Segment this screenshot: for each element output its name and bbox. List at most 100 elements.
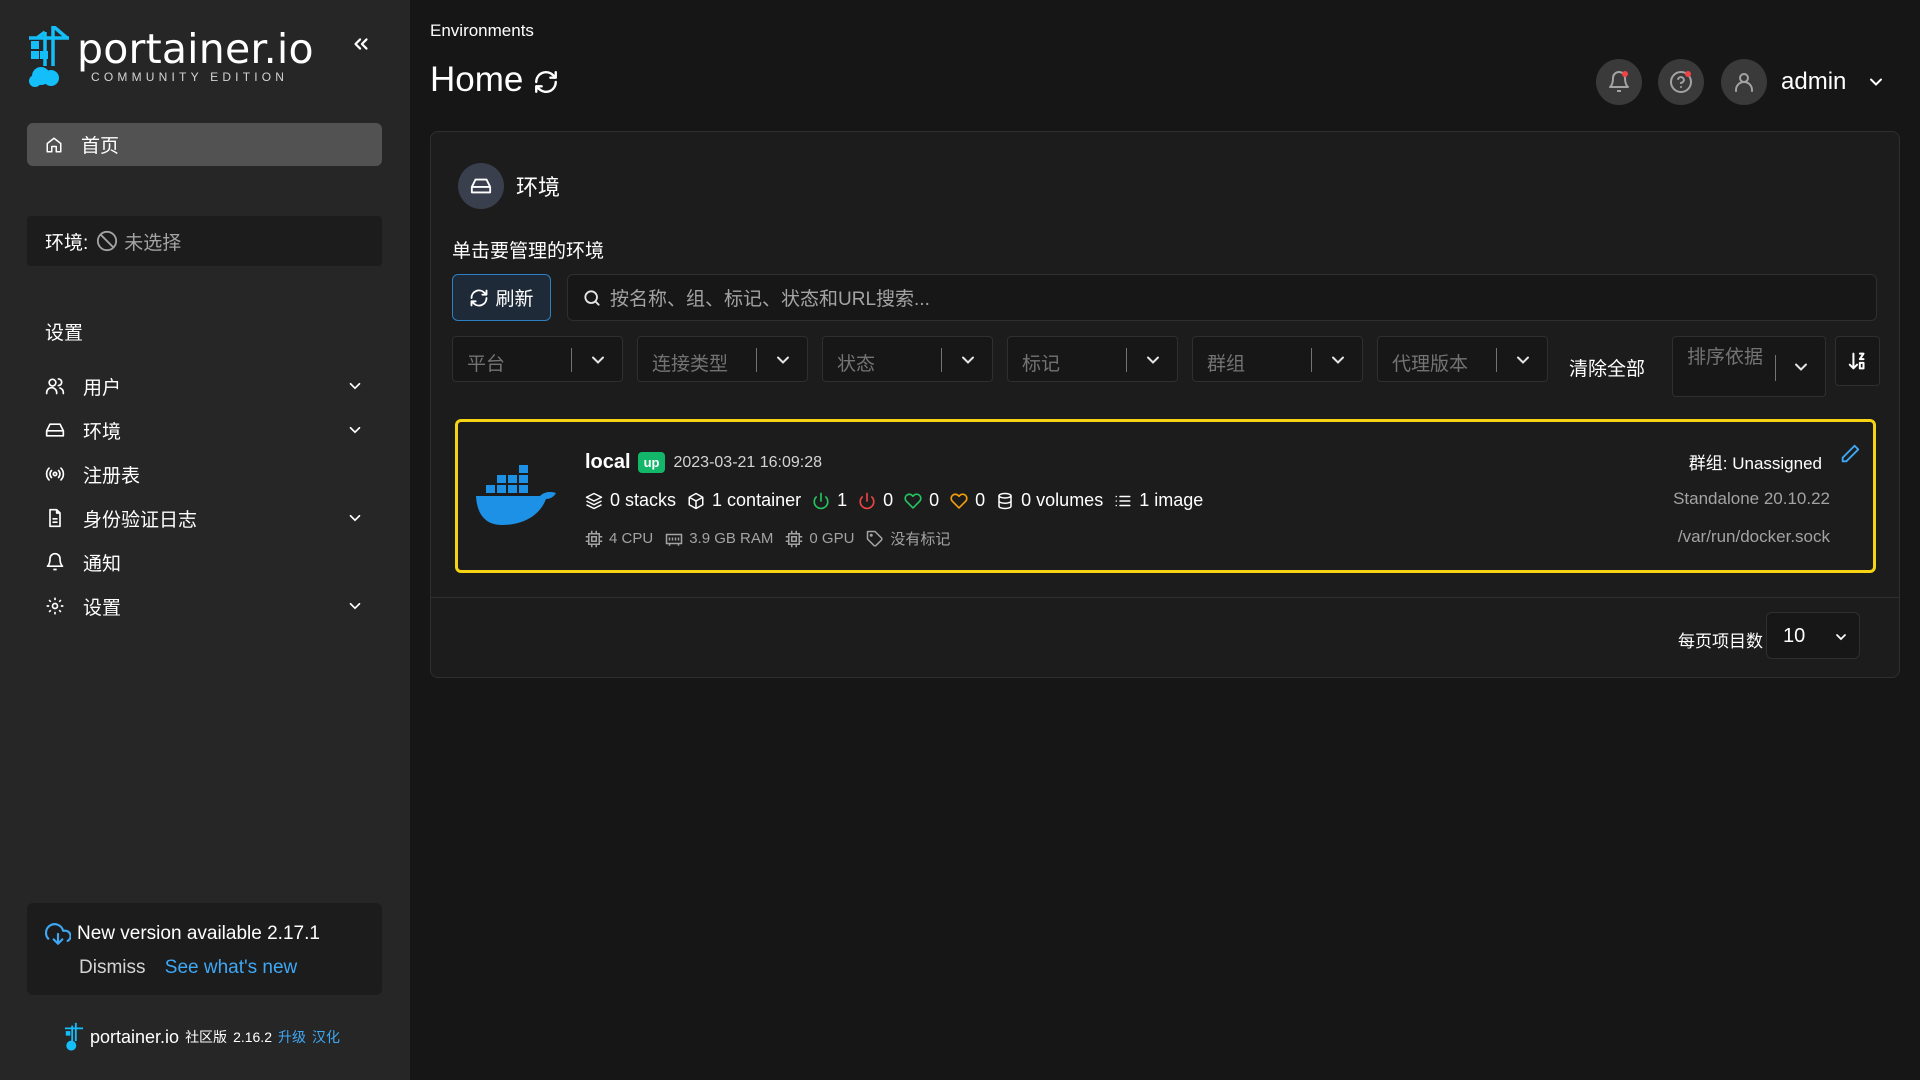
panel-icon: [458, 163, 504, 209]
items-per-page-select[interactable]: 10: [1766, 612, 1860, 659]
collapse-sidebar-button[interactable]: [343, 28, 379, 60]
sort-label: 排序依据: [1687, 347, 1764, 368]
refresh-page-icon[interactable]: [533, 69, 559, 95]
sidebar: portainer.io COMMUNITY EDITION 首页 环境: 未选…: [0, 0, 410, 1080]
logo-edition: COMMUNITY EDITION: [91, 70, 289, 84]
sidebar-item-users[interactable]: 用户: [27, 364, 382, 408]
download-cloud-icon: [45, 921, 71, 947]
dismiss-link[interactable]: Dismiss: [79, 957, 146, 978]
memory-icon: [665, 530, 689, 548]
footer-name: portainer.io: [90, 1026, 180, 1047]
sidebar-item-label: 首页: [81, 136, 120, 157]
power-icon: [812, 492, 837, 510]
gpu-icon: [785, 530, 809, 548]
sidebar-item-notifications[interactable]: 通知: [27, 540, 382, 584]
username: admin: [1781, 68, 1847, 95]
power-off-icon: [858, 492, 883, 510]
clear-all-button[interactable]: 清除全部: [1569, 354, 1645, 381]
cpu-value: 4 CPU: [609, 530, 654, 547]
chevron-down-icon: [958, 350, 978, 370]
hard-drive-icon: [45, 420, 65, 440]
filter-groups[interactable]: 群组: [1192, 336, 1363, 382]
help-button[interactable]: [1658, 59, 1704, 105]
environment-label: 环境:: [45, 232, 89, 254]
file-text-icon: [45, 508, 65, 528]
docker-icon: [474, 465, 558, 527]
cpu-stat: 4 CPU: [585, 530, 653, 548]
database-icon: [996, 492, 1021, 510]
environment-name[interactable]: local: [585, 451, 631, 474]
portainer-logo[interactable]: portainer.io COMMUNITY EDITION: [27, 26, 314, 88]
gpu-value: 0 GPU: [809, 530, 855, 547]
notifications-button[interactable]: [1596, 59, 1642, 105]
healthy-count: 0: [929, 490, 940, 510]
environment-value: 未选择: [124, 232, 182, 254]
filter-status[interactable]: 状态: [822, 336, 993, 382]
environment-card-local[interactable]: local up 2023-03-21 16:09:28 0 stacks 1 …: [455, 419, 1876, 573]
filter-label: 标记: [1022, 354, 1061, 375]
filter-label: 平台: [467, 354, 506, 375]
localize-link[interactable]: 汉化: [312, 1027, 340, 1047]
healthy-stat: 0: [904, 490, 939, 511]
page-title-row: Home: [430, 60, 559, 100]
running-count: 1: [837, 490, 848, 510]
box-icon: [687, 492, 712, 510]
user-icon: [1732, 70, 1756, 94]
sidebar-item-auth-logs[interactable]: 身份验证日志: [27, 496, 382, 540]
sidebar-item-home[interactable]: 首页: [27, 123, 382, 166]
home-icon: [45, 136, 63, 154]
filter-tags[interactable]: 标记: [1007, 336, 1178, 382]
edit-environment-button[interactable]: [1839, 443, 1861, 465]
items-per-page-value: 10: [1783, 625, 1806, 647]
sidebar-item-label: 身份验证日志: [83, 509, 198, 531]
stopped-count: 0: [883, 490, 894, 510]
chevron-down-icon: [1866, 72, 1886, 92]
sidebar-item-settings[interactable]: 设置: [27, 584, 382, 628]
sidebar-item-label: 通知: [83, 553, 122, 575]
avatar: [1721, 59, 1767, 105]
sidebar-item-registries[interactable]: 注册表: [27, 452, 382, 496]
search-input[interactable]: 按名称、组、标记、状态和URL搜索...: [567, 274, 1877, 321]
chevron-down-icon: [588, 350, 608, 370]
help-circle-icon: [1669, 70, 1693, 94]
sidebar-item-label: 用户: [83, 377, 122, 399]
sort-by-select[interactable]: 排序依据: [1672, 336, 1826, 397]
stopped-stat: 0: [858, 490, 893, 511]
unhealthy-count: 0: [975, 490, 986, 510]
heart-pulse-icon: [950, 492, 975, 510]
ram-value: 3.9 GB RAM: [689, 530, 774, 547]
status-badge: up: [637, 452, 666, 473]
cpu-icon: [585, 530, 609, 548]
panel-subtitle: 单击要管理的环境: [452, 241, 605, 262]
filter-label: 连接类型: [652, 354, 729, 375]
gpu-stat: 0 GPU: [785, 530, 854, 548]
stacks-stat: 0 stacks: [585, 490, 676, 511]
filter-label: 群组: [1207, 354, 1246, 375]
filter-label: 代理版本: [1392, 354, 1469, 375]
panel-header: 环境: [458, 163, 560, 209]
sidebar-item-environments[interactable]: 环境: [27, 408, 382, 452]
filter-connection-type[interactable]: 连接类型: [637, 336, 808, 382]
filter-agent-version[interactable]: 代理版本: [1377, 336, 1548, 382]
volumes-stat: 0 volumes: [996, 490, 1103, 511]
search-icon: [582, 288, 602, 308]
logo-name: portainer.io: [77, 25, 314, 73]
chevron-down-icon: [346, 597, 364, 615]
sort-order-icon: [1847, 350, 1869, 372]
gear-icon: [45, 596, 65, 616]
sort-direction-button[interactable]: [1835, 336, 1880, 386]
environment-date: 2023-03-21 16:09:28: [673, 453, 823, 471]
refresh-button[interactable]: 刷新: [452, 274, 551, 321]
user-menu[interactable]: admin: [1721, 59, 1886, 105]
chevron-down-icon: [346, 421, 364, 439]
whats-new-link[interactable]: See what's new: [165, 957, 297, 978]
update-title: New version available 2.17.1: [77, 923, 320, 944]
environment-selector[interactable]: 环境: 未选择: [27, 216, 382, 266]
filter-platform[interactable]: 平台: [452, 336, 623, 382]
hard-drive-icon: [470, 175, 492, 197]
environment-resources: 4 CPU 3.9 GB RAM 0 GPU 没有标记: [585, 528, 962, 549]
breadcrumb: Environments: [430, 21, 534, 40]
chevron-down-icon: [1143, 350, 1163, 370]
upgrade-link[interactable]: 升级: [278, 1027, 306, 1047]
chevron-down-icon: [1833, 629, 1849, 645]
